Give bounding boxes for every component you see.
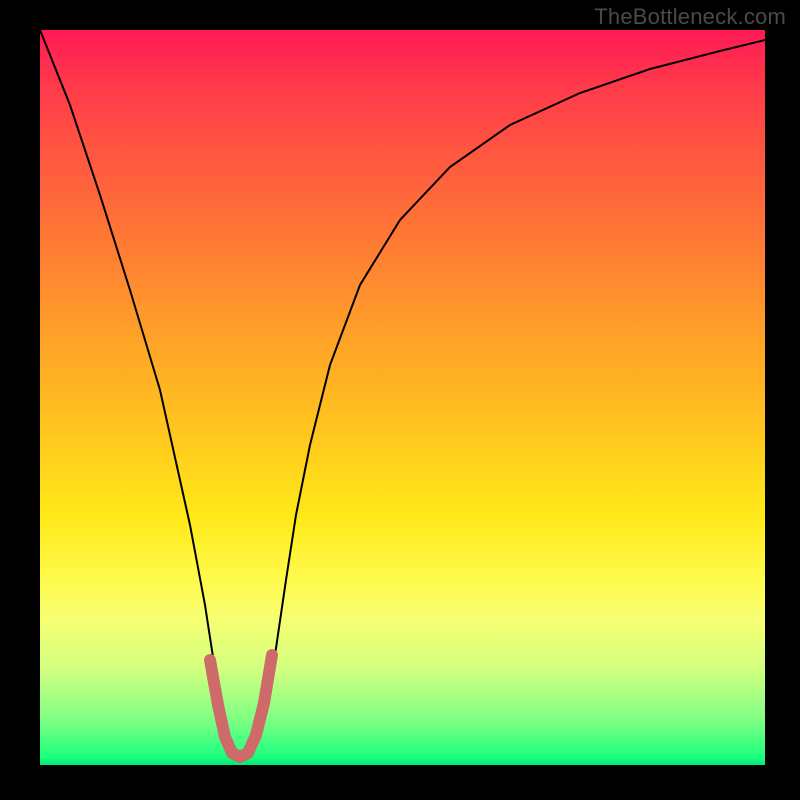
plot-area [40, 30, 765, 765]
bottleneck-curve [40, 30, 765, 757]
watermark-text: TheBottleneck.com [594, 4, 786, 30]
chart-frame: TheBottleneck.com [0, 0, 800, 800]
curve-layer [40, 30, 765, 765]
valley-highlight [210, 655, 272, 757]
